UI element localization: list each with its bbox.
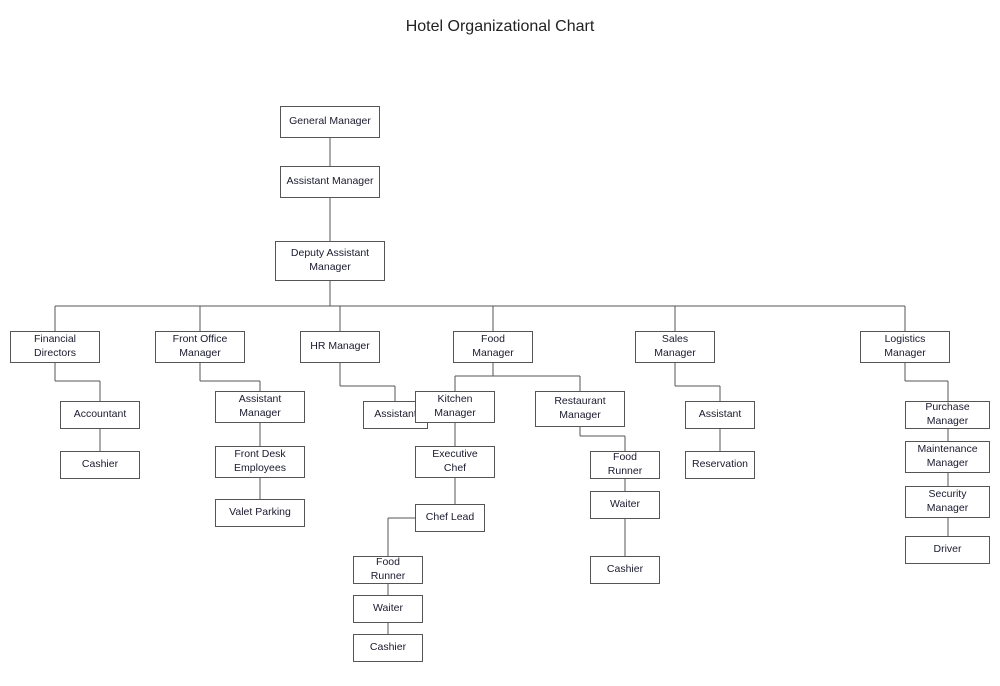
org-chart: General Manager Assistant Manager Deputy… xyxy=(0,46,1000,686)
node-food-runner-kitchen: Food Runner xyxy=(353,556,423,584)
connector-lines xyxy=(0,46,1000,686)
node-asst-manager-fo: Assistant Manager xyxy=(215,391,305,423)
node-deputy-assistant: Deputy Assistant Manager xyxy=(275,241,385,281)
node-assistant-sales: Assistant xyxy=(685,401,755,429)
node-accountant: Accountant xyxy=(60,401,140,429)
node-logistics-manager: Logistics Manager xyxy=(860,331,950,363)
node-cashier-rest: Cashier xyxy=(590,556,660,584)
node-waiter-rest: Waiter xyxy=(590,491,660,519)
node-financial-directors: Financial Directors xyxy=(10,331,100,363)
node-reservation: Reservation xyxy=(685,451,755,479)
node-food-manager: Food Manager xyxy=(453,331,533,363)
node-restaurant-manager: Restaurant Manager xyxy=(535,391,625,427)
node-cashier-kitchen: Cashier xyxy=(353,634,423,662)
node-executive-chef: Executive Chef xyxy=(415,446,495,478)
node-general-manager: General Manager xyxy=(280,106,380,138)
node-food-runner-rest: Food Runner xyxy=(590,451,660,479)
node-security-manager: Security Manager xyxy=(905,486,990,518)
node-chef-lead: Chef Lead xyxy=(415,504,485,532)
node-assistant-manager: Assistant Manager xyxy=(280,166,380,198)
node-waiter-kitchen: Waiter xyxy=(353,595,423,623)
node-kitchen-manager: Kitchen Manager xyxy=(415,391,495,423)
node-cashier-fd: Cashier xyxy=(60,451,140,479)
node-maintenance-manager: Maintenance Manager xyxy=(905,441,990,473)
node-purchase-manager: Purchase Manager xyxy=(905,401,990,429)
node-hr-manager: HR Manager xyxy=(300,331,380,363)
node-driver: Driver xyxy=(905,536,990,564)
node-sales-manager: Sales Manager xyxy=(635,331,715,363)
node-front-desk-employees: Front Desk Employees xyxy=(215,446,305,478)
node-front-office-manager: Front Office Manager xyxy=(155,331,245,363)
node-valet-parking: Valet Parking xyxy=(215,499,305,527)
page-title: Hotel Organizational Chart xyxy=(0,0,1000,46)
